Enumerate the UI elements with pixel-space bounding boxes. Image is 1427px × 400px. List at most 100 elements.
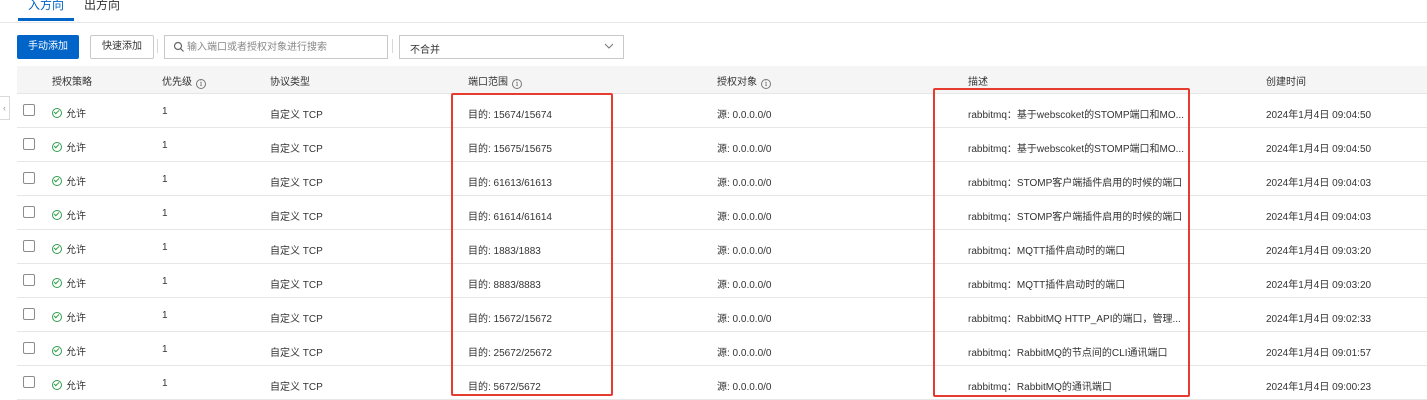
- port-range-cell: 目的: 25672/25672: [468, 348, 552, 359]
- tab-inbound[interactable]: 入方向: [28, 0, 64, 13]
- port-range-cell: 目的: 61613/61613: [468, 178, 552, 189]
- protocol-cell: 自定义 TCP: [270, 314, 323, 325]
- priority-cell: 1: [162, 242, 168, 253]
- table-row: 允许 1 自定义 TCP 目的: 61613/61613 源: 0.0.0.0/…: [17, 162, 1427, 196]
- table-row: 允许 1 自定义 TCP 目的: 15675/15675 源: 0.0.0.0/…: [17, 128, 1427, 162]
- check-circle-icon: [52, 346, 62, 356]
- description-cell: rabbitmq：STOMP客户端插件启用的时候的端口: [968, 178, 1183, 189]
- port-range-cell: 目的: 15672/15672: [468, 314, 552, 325]
- search-box[interactable]: [164, 35, 388, 59]
- policy-label: 允许: [66, 381, 86, 392]
- created-cell: 2024年1月4日 09:04:50: [1266, 144, 1372, 155]
- header-protocol: 协议类型: [270, 77, 310, 88]
- policy-cell: 允许: [52, 343, 86, 358]
- policy-label: 允许: [66, 109, 86, 120]
- protocol-cell: 自定义 TCP: [270, 348, 323, 359]
- security-group-rules-table: 授权策略 优先级 i 协议类型 端口范围 i 授权对象 i 描述 创建时间 允许 1 …: [17, 66, 1427, 400]
- row-checkbox[interactable]: [23, 206, 35, 218]
- priority-cell: 1: [162, 106, 168, 117]
- auth-object-cell: 源: 0.0.0.0/0: [717, 178, 772, 189]
- priority-cell: 1: [162, 378, 168, 389]
- policy-label: 允许: [66, 211, 86, 222]
- policy-cell: 允许: [52, 241, 86, 256]
- row-checkbox[interactable]: [23, 376, 35, 388]
- protocol-cell: 自定义 TCP: [270, 178, 323, 189]
- divider: [392, 39, 393, 53]
- protocol-cell: 自定义 TCP: [270, 246, 323, 257]
- active-tab-indicator: [18, 18, 74, 21]
- check-circle-icon: [52, 210, 62, 220]
- table-row: 允许 1 自定义 TCP 目的: 15674/15674 源: 0.0.0.0/…: [17, 94, 1427, 128]
- row-checkbox[interactable]: [23, 308, 35, 320]
- protocol-cell: 自定义 TCP: [270, 110, 323, 121]
- header-created: 创建时间: [1266, 77, 1306, 88]
- chevron-down-icon: [604, 43, 614, 49]
- header-auth-object-label: 授权对象: [717, 77, 757, 88]
- table-row: 允许 1 自定义 TCP 目的: 8883/8883 源: 0.0.0.0/0 …: [17, 264, 1427, 298]
- description-cell: rabbitmq：基于webscoket的STOMP端口和MO...: [968, 110, 1184, 121]
- row-checkbox[interactable]: [23, 138, 35, 150]
- created-cell: 2024年1月4日 09:00:23: [1266, 382, 1372, 393]
- protocol-cell: 自定义 TCP: [270, 212, 323, 223]
- tab-outbound[interactable]: 出方向: [84, 0, 120, 13]
- policy-label: 允许: [66, 313, 86, 324]
- description-cell: rabbitmq：基于webscoket的STOMP端口和MO...: [968, 144, 1184, 155]
- description-cell: rabbitmq：MQTT插件启动时的端口: [968, 280, 1126, 291]
- info-icon[interactable]: i: [761, 79, 771, 89]
- table-row: 允许 1 自定义 TCP 目的: 61614/61614 源: 0.0.0.0/…: [17, 196, 1427, 230]
- description-cell: rabbitmq：STOMP客户端插件启用的时候的端口: [968, 212, 1183, 223]
- port-range-cell: 目的: 8883/8883: [468, 280, 541, 291]
- table-row: 允许 1 自定义 TCP 目的: 1883/1883 源: 0.0.0.0/0 …: [17, 230, 1427, 264]
- add-manual-button[interactable]: 手动添加: [17, 35, 79, 59]
- row-checkbox[interactable]: [23, 342, 35, 354]
- search-icon: [173, 41, 184, 52]
- row-checkbox[interactable]: [23, 240, 35, 252]
- policy-cell: 允许: [52, 139, 86, 154]
- policy-cell: 允许: [52, 105, 86, 120]
- info-icon[interactable]: i: [196, 79, 206, 89]
- description-cell: rabbitmq：MQTT插件启动时的端口: [968, 246, 1126, 257]
- policy-label: 允许: [66, 347, 86, 358]
- port-range-cell: 目的: 61614/61614: [468, 212, 552, 223]
- row-checkbox[interactable]: [23, 274, 35, 286]
- merge-select[interactable]: 不合并: [399, 35, 624, 59]
- header-port-range: 端口范围 i: [468, 73, 522, 89]
- policy-cell: 允许: [52, 309, 86, 324]
- created-cell: 2024年1月4日 09:02:33: [1266, 314, 1372, 325]
- chevron-left-icon[interactable]: ‹: [0, 96, 10, 120]
- created-cell: 2024年1月4日 09:04:03: [1266, 178, 1372, 189]
- check-circle-icon: [52, 244, 62, 254]
- created-cell: 2024年1月4日 09:04:03: [1266, 212, 1372, 223]
- header-auth-object: 授权对象 i: [717, 73, 771, 89]
- search-input[interactable]: [187, 36, 377, 58]
- policy-cell: 允许: [52, 275, 86, 290]
- table-row: 允许 1 自定义 TCP 目的: 15672/15672 源: 0.0.0.0/…: [17, 298, 1427, 332]
- created-cell: 2024年1月4日 09:01:57: [1266, 348, 1372, 359]
- port-range-cell: 目的: 15675/15675: [468, 144, 552, 155]
- add-quick-button[interactable]: 快速添加: [90, 35, 154, 59]
- protocol-cell: 自定义 TCP: [270, 280, 323, 291]
- created-cell: 2024年1月4日 09:03:20: [1266, 246, 1372, 257]
- table-row: 允许 1 自定义 TCP 目的: 5672/5672 源: 0.0.0.0/0 …: [17, 366, 1427, 400]
- policy-cell: 允许: [52, 173, 86, 188]
- port-range-cell: 目的: 1883/1883: [468, 246, 541, 257]
- row-checkbox[interactable]: [23, 172, 35, 184]
- direction-tabs: 入方向 出方向: [0, 0, 1427, 23]
- priority-cell: 1: [162, 174, 168, 185]
- divider: [157, 39, 158, 53]
- check-circle-icon: [52, 142, 62, 152]
- info-icon[interactable]: i: [512, 79, 522, 89]
- header-priority-label: 优先级: [162, 77, 192, 88]
- header-port-range-label: 端口范围: [468, 77, 508, 88]
- header-policy: 授权策略: [52, 77, 92, 88]
- priority-cell: 1: [162, 140, 168, 151]
- description-cell: rabbitmq：RabbitMQ的节点间的CLI通讯端口: [968, 348, 1168, 359]
- policy-label: 允许: [66, 177, 86, 188]
- priority-cell: 1: [162, 208, 168, 219]
- policy-label: 允许: [66, 279, 86, 290]
- auth-object-cell: 源: 0.0.0.0/0: [717, 110, 772, 121]
- row-checkbox[interactable]: [23, 104, 35, 116]
- policy-label: 允许: [66, 143, 86, 154]
- description-cell: rabbitmq：RabbitMQ HTTP_API的端口，管理...: [968, 314, 1181, 325]
- policy-label: 允许: [66, 245, 86, 256]
